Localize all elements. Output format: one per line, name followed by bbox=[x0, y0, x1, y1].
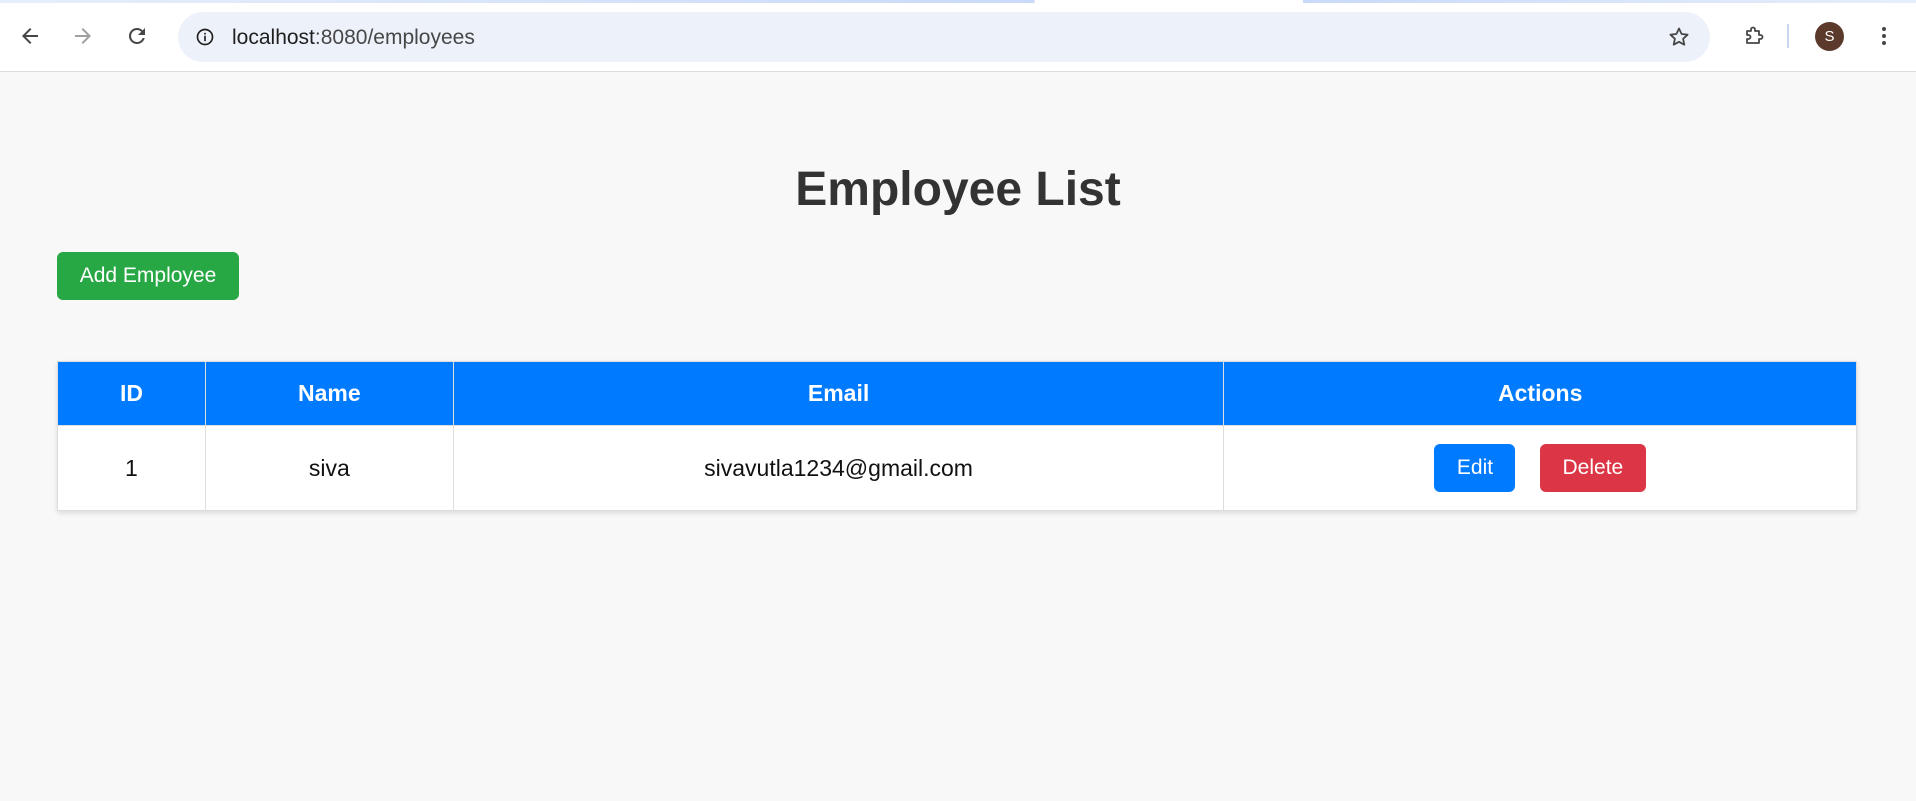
header-name: Name bbox=[204, 361, 454, 426]
bookmark-star-icon bbox=[1669, 27, 1689, 46]
table-header-row: ID Name Email Actions bbox=[57, 361, 1857, 426]
header-actions: Actions bbox=[1223, 361, 1857, 426]
url-path: :8080/employees bbox=[314, 26, 475, 49]
table-row: 1 siva sivavutla1234@gmail.com Edit Dele… bbox=[57, 425, 1857, 511]
header-id: ID bbox=[57, 361, 206, 426]
extensions-button[interactable] bbox=[1734, 16, 1774, 56]
back-arrow-icon bbox=[22, 28, 38, 44]
employee-table: ID Name Email Actions 1 siva sivavutla12… bbox=[57, 361, 1857, 511]
reload-icon bbox=[128, 27, 145, 44]
url-host: localhost bbox=[232, 26, 315, 49]
profile-avatar[interactable]: S bbox=[1815, 22, 1844, 51]
forward-button[interactable] bbox=[63, 16, 103, 56]
toolbar-separator bbox=[1787, 24, 1789, 48]
more-vert-icon bbox=[1882, 27, 1886, 45]
cell-id: 1 bbox=[57, 425, 206, 511]
forward-arrow-icon bbox=[75, 28, 91, 44]
add-employee-button[interactable]: Add Employee bbox=[57, 252, 239, 300]
browser-menu-button[interactable] bbox=[1864, 16, 1904, 56]
edit-button[interactable]: Edit bbox=[1434, 444, 1516, 492]
employee-table-container: ID Name Email Actions 1 siva sivavutla12… bbox=[57, 361, 1857, 511]
header-email: Email bbox=[452, 361, 1225, 426]
cell-email: sivavutla1234@gmail.com bbox=[452, 425, 1225, 511]
url-text[interactable]: localhost:8080/employees bbox=[232, 26, 475, 50]
page-title: Employee List bbox=[795, 163, 1121, 216]
tab-strip-edge bbox=[0, 0, 1916, 3]
extensions-puzzle-icon bbox=[1746, 26, 1764, 44]
site-info-button[interactable] bbox=[188, 20, 222, 54]
browser-toolbar: localhost:8080/employees S bbox=[0, 0, 1916, 72]
address-bar[interactable]: localhost:8080/employees bbox=[178, 12, 1710, 62]
site-info-icon bbox=[196, 28, 214, 46]
delete-button[interactable]: Delete bbox=[1539, 444, 1646, 492]
cell-actions: Edit Delete bbox=[1223, 425, 1857, 511]
back-button[interactable] bbox=[10, 16, 50, 56]
bookmark-button[interactable] bbox=[1662, 20, 1696, 54]
cell-name: siva bbox=[204, 425, 454, 511]
reload-button[interactable] bbox=[117, 16, 157, 56]
